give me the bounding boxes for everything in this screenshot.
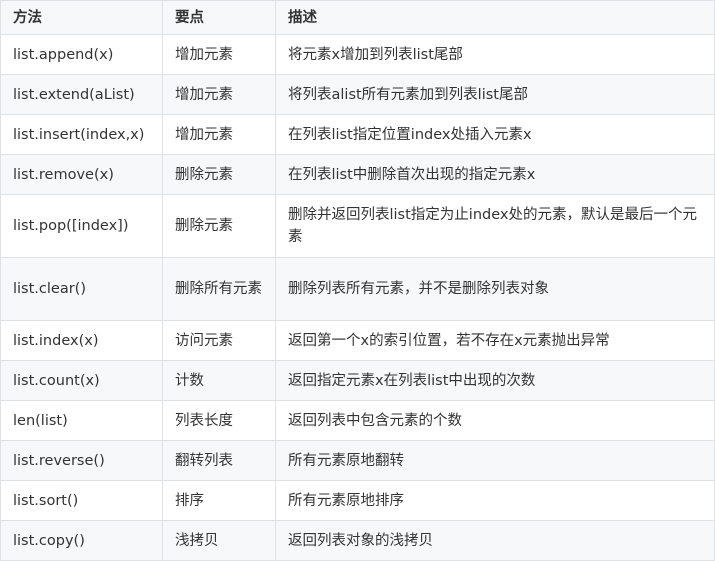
method-cell: list.sort() (0, 480, 163, 521)
header-method: 方法 (0, 0, 163, 35)
list-methods-table: 方法 要点 描述 list.append(x) 增加元素 将元素x增加到列表li… (0, 0, 715, 561)
method-cell: list.remove(x) (0, 154, 163, 195)
table-row: list.index(x) 访问元素 返回第一个x的索引位置，若不存在x元素抛出… (0, 320, 715, 361)
key-point-cell: 翻转列表 (162, 440, 276, 481)
table-row: list.append(x) 增加元素 将元素x增加到列表list尾部 (0, 34, 715, 75)
description-cell: 将列表alist所有元素加到列表list尾部 (275, 74, 715, 115)
method-cell: list.index(x) (0, 320, 163, 361)
description-cell: 返回指定元素x在列表list中出现的次数 (275, 360, 715, 401)
table-row: list.insert(index,x) 增加元素 在列表list指定位置ind… (0, 114, 715, 155)
method-cell: list.clear() (0, 257, 163, 321)
table-row: len(list) 列表长度 返回列表中包含元素的个数 (0, 400, 715, 441)
method-cell: list.insert(index,x) (0, 114, 163, 155)
table-row: list.count(x) 计数 返回指定元素x在列表list中出现的次数 (0, 360, 715, 401)
method-cell: list.copy() (0, 520, 163, 561)
table-row: list.copy() 浅拷贝 返回列表对象的浅拷贝 (0, 520, 715, 561)
key-point-cell: 删除元素 (162, 194, 276, 258)
key-point-cell: 排序 (162, 480, 276, 521)
description-cell: 所有元素原地排序 (275, 480, 715, 521)
header-description: 描述 (275, 0, 715, 35)
description-cell: 所有元素原地翻转 (275, 440, 715, 481)
description-cell: 在列表list指定位置index处插入元素x (275, 114, 715, 155)
description-cell: 将元素x增加到列表list尾部 (275, 34, 715, 75)
key-point-cell: 增加元素 (162, 34, 276, 75)
table-row: list.clear() 删除所有元素 删除列表所有元素，并不是删除列表对象 (0, 257, 715, 321)
table-row: list.extend(aList) 增加元素 将列表alist所有元素加到列表… (0, 74, 715, 115)
key-point-cell: 增加元素 (162, 74, 276, 115)
key-point-cell: 删除元素 (162, 154, 276, 195)
description-cell: 返回第一个x的索引位置，若不存在x元素抛出异常 (275, 320, 715, 361)
header-key-point: 要点 (162, 0, 276, 35)
method-cell: list.count(x) (0, 360, 163, 401)
key-point-cell: 增加元素 (162, 114, 276, 155)
description-cell: 删除列表所有元素，并不是删除列表对象 (275, 257, 715, 321)
method-cell: len(list) (0, 400, 163, 441)
key-point-cell: 计数 (162, 360, 276, 401)
table-row: list.sort() 排序 所有元素原地排序 (0, 480, 715, 521)
table-row: list.remove(x) 删除元素 在列表list中删除首次出现的指定元素x (0, 154, 715, 195)
description-cell: 返回列表中包含元素的个数 (275, 400, 715, 441)
key-point-cell: 删除所有元素 (162, 257, 276, 321)
method-cell: list.extend(aList) (0, 74, 163, 115)
method-cell: list.reverse() (0, 440, 163, 481)
description-cell: 在列表list中删除首次出现的指定元素x (275, 154, 715, 195)
key-point-cell: 访问元素 (162, 320, 276, 361)
description-cell: 返回列表对象的浅拷贝 (275, 520, 715, 561)
table-row: list.pop([index]) 删除元素 删除并返回列表list指定为止in… (0, 194, 715, 258)
description-cell: 删除并返回列表list指定为止index处的元素，默认是最后一个元素 (275, 194, 715, 258)
key-point-cell: 列表长度 (162, 400, 276, 441)
table-row: list.reverse() 翻转列表 所有元素原地翻转 (0, 440, 715, 481)
method-cell: list.pop([index]) (0, 194, 163, 258)
method-cell: list.append(x) (0, 34, 163, 75)
table-header-row: 方法 要点 描述 (0, 0, 715, 35)
key-point-cell: 浅拷贝 (162, 520, 276, 561)
